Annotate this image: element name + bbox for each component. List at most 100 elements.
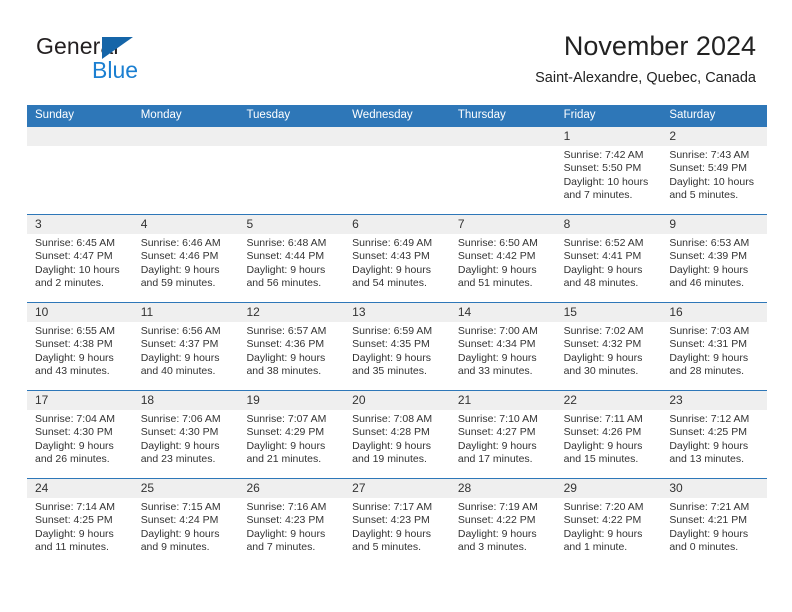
daylight-text-line1: Daylight: 9 hours [140,439,220,452]
day-details: Sunrise: 7:11 AM Sunset: 4:26 PM Dayligh… [564,413,654,467]
daylight-text-line1: Daylight: 9 hours [140,527,220,540]
day-cell[interactable]: 1 Sunrise: 7:42 AM Sunset: 5:50 PM Dayli… [556,127,662,214]
sunset-text: Sunset: 4:41 PM [563,250,642,263]
sunset-text: Sunset: 4:44 PM [246,250,325,263]
calendar-page: General Blue November 2024 Saint-Alexand… [0,0,792,612]
sunrise-text: Sunrise: 6:53 AM [669,237,750,249]
day-cell[interactable]: 13 Sunrise: 6:59 AM Sunset: 4:35 PM Dayl… [344,303,450,390]
day-details: Sunrise: 7:04 AM Sunset: 4:30 PM Dayligh… [35,413,125,467]
day-cell[interactable] [133,127,239,214]
day-cell[interactable]: 18 Sunrise: 7:06 AM Sunset: 4:30 PM Dayl… [133,391,239,478]
day-cell[interactable]: 22 Sunrise: 7:11 AM Sunset: 4:26 PM Dayl… [556,391,662,478]
daylight-text-line1: Daylight: 9 hours [669,351,749,364]
day-cell[interactable]: 10 Sunrise: 6:55 AM Sunset: 4:38 PM Dayl… [27,303,133,390]
day-number: 22 [563,393,577,407]
day-cell[interactable] [27,127,133,214]
day-cell[interactable]: 9 Sunrise: 6:53 AM Sunset: 4:39 PM Dayli… [661,215,767,302]
day-cell[interactable]: 12 Sunrise: 6:57 AM Sunset: 4:36 PM Dayl… [238,303,344,390]
sunset-text: Sunset: 4:43 PM [352,250,430,263]
title-block: November 2024 Saint-Alexandre, Quebec, C… [535,30,756,87]
day-cell[interactable]: 7 Sunrise: 6:50 AM Sunset: 4:42 PM Dayli… [450,215,556,302]
calendar-grid: Sunday Monday Tuesday Wednesday Thursday… [27,105,767,566]
day-details: Sunrise: 6:52 AM Sunset: 4:41 PM Dayligh… [564,237,654,291]
brand-logo[interactable]: General Blue [36,33,246,85]
daylight-text-line2: and 43 minutes. [35,365,110,378]
daylight-text-line2: and 38 minutes. [246,365,322,378]
daylight-text-line1: Daylight: 9 hours [563,351,643,364]
day-details: Sunrise: 7:20 AM Sunset: 4:22 PM Dayligh… [564,501,654,555]
sunset-text: Sunset: 4:30 PM [35,426,113,439]
sunrise-text: Sunrise: 7:21 AM [669,501,750,513]
sunrise-text: Sunrise: 7:04 AM [35,413,115,425]
day-cell[interactable] [238,127,344,214]
day-number: 20 [352,393,366,407]
sunset-text: Sunset: 4:26 PM [563,426,642,439]
day-cell[interactable] [450,127,556,214]
daylight-text-line1: Daylight: 9 hours [457,351,537,364]
day-details: Sunrise: 7:43 AM Sunset: 5:49 PM Dayligh… [669,149,759,203]
day-cell[interactable]: 16 Sunrise: 7:03 AM Sunset: 4:31 PM Dayl… [661,303,767,390]
sunrise-text: Sunrise: 7:12 AM [669,413,750,425]
day-number: 4 [140,217,148,231]
daylight-text-line1: Daylight: 9 hours [35,527,114,540]
day-number: 15 [563,305,577,319]
day-cell[interactable]: 3 Sunrise: 6:45 AM Sunset: 4:47 PM Dayli… [27,215,133,302]
day-cell[interactable]: 6 Sunrise: 6:49 AM Sunset: 4:43 PM Dayli… [344,215,450,302]
day-cell[interactable]: 25 Sunrise: 7:15 AM Sunset: 4:24 PM Dayl… [133,479,239,566]
day-cell[interactable]: 11 Sunrise: 6:56 AM Sunset: 4:37 PM Dayl… [133,303,239,390]
day-cell[interactable]: 5 Sunrise: 6:48 AM Sunset: 4:44 PM Dayli… [238,215,344,302]
sunset-text: Sunset: 4:27 PM [457,426,536,439]
day-cell[interactable]: 8 Sunrise: 6:52 AM Sunset: 4:41 PM Dayli… [556,215,662,302]
day-number: 29 [563,481,577,495]
day-cell[interactable]: 2 Sunrise: 7:43 AM Sunset: 5:49 PM Dayli… [661,127,767,214]
day-number: 30 [669,481,683,495]
day-cell[interactable]: 28 Sunrise: 7:19 AM Sunset: 4:22 PM Dayl… [450,479,556,566]
daylight-text-line1: Daylight: 9 hours [457,527,537,540]
day-details: Sunrise: 6:45 AM Sunset: 4:47 PM Dayligh… [35,237,125,291]
day-cell[interactable]: 24 Sunrise: 7:14 AM Sunset: 4:25 PM Dayl… [27,479,133,566]
day-number: 8 [563,217,571,231]
sunset-text: Sunset: 4:32 PM [563,338,642,351]
daylight-text-line1: Daylight: 9 hours [563,439,643,452]
sunset-text: Sunset: 4:30 PM [140,426,219,439]
day-details: Sunrise: 7:07 AM Sunset: 4:29 PM Dayligh… [246,413,336,467]
daylight-text-line2: and 59 minutes. [140,277,216,290]
day-cell[interactable]: 15 Sunrise: 7:02 AM Sunset: 4:32 PM Dayl… [556,303,662,390]
day-details: Sunrise: 7:17 AM Sunset: 4:23 PM Dayligh… [352,501,442,555]
sunset-text: Sunset: 4:46 PM [140,250,219,263]
day-cell[interactable]: 14 Sunrise: 7:00 AM Sunset: 4:34 PM Dayl… [450,303,556,390]
day-cell[interactable] [344,127,450,214]
day-cell[interactable]: 19 Sunrise: 7:07 AM Sunset: 4:29 PM Dayl… [238,391,344,478]
daylight-text-line2: and 5 minutes. [669,189,739,202]
sunrise-text: Sunrise: 7:03 AM [669,325,750,337]
day-cell[interactable]: 20 Sunrise: 7:08 AM Sunset: 4:28 PM Dayl… [344,391,450,478]
sunset-text: Sunset: 4:23 PM [246,514,325,527]
day-details: Sunrise: 6:53 AM Sunset: 4:39 PM Dayligh… [669,237,759,291]
day-number: 5 [246,217,254,231]
daylight-text-line2: and 9 minutes. [140,541,210,554]
day-cell[interactable]: 23 Sunrise: 7:12 AM Sunset: 4:25 PM Dayl… [661,391,767,478]
sunset-text: Sunset: 4:25 PM [35,514,113,527]
day-cell[interactable]: 17 Sunrise: 7:04 AM Sunset: 4:30 PM Dayl… [27,391,133,478]
day-cell[interactable]: 26 Sunrise: 7:16 AM Sunset: 4:23 PM Dayl… [238,479,344,566]
sunset-text: Sunset: 4:22 PM [457,514,536,527]
sunset-text: Sunset: 4:37 PM [140,338,219,351]
daylight-text-line2: and 0 minutes. [669,541,739,554]
day-cell[interactable]: 30 Sunrise: 7:21 AM Sunset: 4:21 PM Dayl… [661,479,767,566]
day-cell[interactable]: 4 Sunrise: 6:46 AM Sunset: 4:46 PM Dayli… [133,215,239,302]
week-row: 17 Sunrise: 7:04 AM Sunset: 4:30 PM Dayl… [27,390,767,478]
day-cell[interactable]: 27 Sunrise: 7:17 AM Sunset: 4:23 PM Dayl… [344,479,450,566]
sunset-text: Sunset: 4:24 PM [140,514,219,527]
day-details: Sunrise: 6:57 AM Sunset: 4:36 PM Dayligh… [246,325,336,379]
day-cell[interactable]: 21 Sunrise: 7:10 AM Sunset: 4:27 PM Dayl… [450,391,556,478]
day-number: 16 [669,305,683,319]
day-cell[interactable]: 29 Sunrise: 7:20 AM Sunset: 4:22 PM Dayl… [556,479,662,566]
daylight-text-line1: Daylight: 9 hours [246,263,326,276]
day-number: 1 [563,129,571,143]
sunset-text: Sunset: 5:50 PM [563,162,642,175]
sunrise-text: Sunrise: 6:56 AM [140,325,221,337]
sunrise-text: Sunrise: 6:48 AM [246,237,327,249]
daylight-text-line2: and 28 minutes. [669,365,745,378]
day-number: 27 [352,481,366,495]
sunrise-text: Sunrise: 7:15 AM [140,501,221,513]
